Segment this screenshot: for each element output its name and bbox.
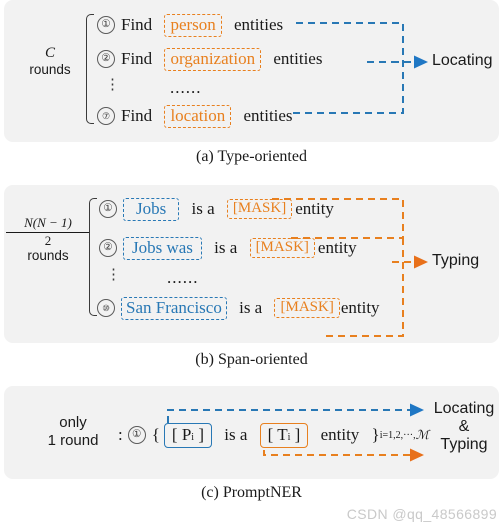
- target-label-locating-typing-c: Locating & Typing: [428, 400, 500, 454]
- target-line3-c: Typing: [440, 435, 488, 453]
- target-line2-c: &: [458, 417, 470, 435]
- caption-c: (c) PromptNER: [201, 484, 302, 501]
- arrow-head-locating-c: [410, 403, 424, 417]
- target-line1-c: Locating: [433, 400, 495, 417]
- watermark: CSDN @qq_48566899: [346, 506, 497, 522]
- arrow-head-typing-c: [410, 448, 424, 462]
